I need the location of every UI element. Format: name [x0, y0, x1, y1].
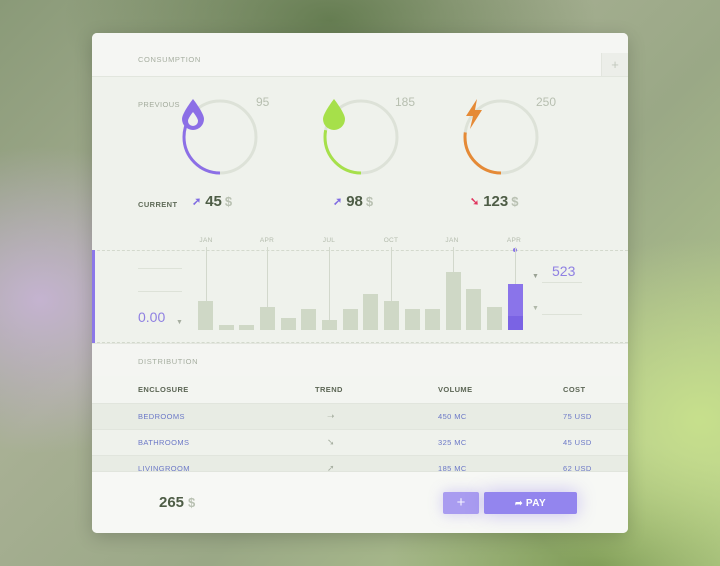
- chart-bar[interactable]: [466, 288, 482, 330]
- volume-cell: 450 MC: [438, 403, 563, 430]
- enclosure-cell: BEDROOMS: [92, 403, 269, 430]
- month-gridline: [205, 247, 207, 302]
- gas-trend-up-icon: ➚: [333, 196, 343, 208]
- water-drop-icon: [182, 99, 204, 130]
- total-unit: $: [188, 495, 196, 510]
- column-header-enclosure[interactable]: ENCLOSURE: [92, 376, 269, 404]
- month-gridline: [515, 247, 517, 284]
- column-header-cost[interactable]: COST: [563, 376, 628, 404]
- table-row[interactable]: BEDROOMS ➝ 450 MC 75 USD: [92, 403, 628, 430]
- distribution-title: DISTRIBUTION: [138, 357, 199, 366]
- lightning-bolt-icon: [466, 99, 482, 129]
- previous-label: PREVIOUS: [138, 100, 180, 109]
- electricity-previous-value: 250: [536, 95, 557, 109]
- month-label: JUL: [322, 237, 336, 244]
- water-previous-value: 95: [256, 95, 270, 109]
- month-label: JAN: [445, 237, 459, 244]
- column-header-volume[interactable]: VOLUME: [438, 376, 563, 404]
- month-gridline: [453, 247, 455, 273]
- left-guide-line: [138, 291, 182, 292]
- chart-selection-accent: [92, 250, 95, 343]
- gas-current-unit: $: [365, 194, 374, 209]
- trend-flat-icon: ➝: [269, 403, 438, 430]
- left-guide-line: [138, 268, 182, 269]
- month-gridline: [329, 247, 331, 320]
- add-button[interactable]: +: [443, 492, 479, 514]
- water-trend-up-icon: ➚: [192, 196, 202, 208]
- gas-previous-value: 185: [395, 95, 416, 109]
- card-header: CONSUMPTION +: [92, 33, 628, 77]
- chart-bar[interactable]: [239, 324, 255, 330]
- right-guide-line: [542, 314, 582, 315]
- gas-gauge: 185: [321, 95, 421, 197]
- gas-current: ➚ 98 $: [333, 193, 373, 210]
- right-value-dropdown-icon[interactable]: ▼: [532, 273, 539, 280]
- chart-bar[interactable]: [259, 307, 275, 330]
- electricity-current-unit: $: [511, 194, 519, 209]
- month-gridline: [267, 247, 269, 308]
- right-range-handle-icon[interactable]: ▼: [532, 305, 539, 312]
- electricity-current-value: 123: [483, 193, 509, 210]
- right-guide-line: [542, 282, 582, 283]
- column-header-trend[interactable]: TREND: [269, 376, 438, 404]
- chart-bar[interactable]: [198, 301, 213, 330]
- month-gridline: [391, 247, 393, 302]
- pay-button-label: PAY: [525, 498, 547, 509]
- electricity-gauge: 250: [461, 95, 561, 197]
- green-drop-icon: [323, 99, 345, 130]
- chart-bar[interactable]: [383, 301, 399, 330]
- electricity-current: ➘ 123 $: [470, 193, 518, 210]
- distribution-section-header: DISTRIBUTION: [92, 343, 628, 378]
- trend-down-icon: ➘: [269, 429, 438, 456]
- chart-bar-selected-base: [507, 315, 523, 330]
- cost-cell: 45 USD: [563, 429, 628, 456]
- month-label: JAN: [199, 237, 213, 244]
- water-gauge: 95: [180, 95, 280, 197]
- chart-right-value[interactable]: 523: [552, 263, 575, 279]
- chart-bar[interactable]: [445, 272, 461, 330]
- total-value: 265: [159, 494, 185, 511]
- card-footer: 265 $ + ➦ PAY: [92, 471, 628, 533]
- month-label: APR: [259, 237, 275, 244]
- chart-bar[interactable]: [342, 309, 358, 330]
- pay-arrow-icon: ➦: [514, 498, 523, 508]
- distribution-table: ENCLOSURE TREND VOLUME COST BEDROOMS ➝ 4…: [92, 376, 628, 481]
- table-row[interactable]: BATHROOMS ➘ 325 MC 45 USD: [92, 429, 628, 456]
- chart-bar[interactable]: [280, 317, 296, 330]
- chart-top-divider: [92, 250, 628, 251]
- chart-left-value[interactable]: 0.00: [138, 309, 165, 325]
- current-label: CURRENT: [138, 200, 178, 209]
- gas-current-value: 98: [346, 193, 363, 210]
- chart-bar[interactable]: [487, 307, 503, 330]
- consumption-card: CONSUMPTION + PREVIOUS CURRENT 95 ➚ 45 $ 1…: [92, 33, 628, 533]
- month-label: APR: [506, 237, 522, 244]
- water-current-unit: $: [224, 194, 233, 209]
- left-value-dropdown-icon[interactable]: ▼: [176, 319, 183, 326]
- chart-bar[interactable]: [425, 309, 441, 330]
- header-add-button[interactable]: +: [601, 53, 628, 76]
- volume-cell: 325 MC: [438, 429, 563, 456]
- enclosure-cell: BATHROOMS: [92, 429, 269, 456]
- water-current-value: 45: [205, 193, 222, 210]
- chart-bar[interactable]: [404, 309, 420, 330]
- electricity-trend-down-icon: ➘: [470, 196, 480, 208]
- table-header-row: ENCLOSURE TREND VOLUME COST: [92, 376, 628, 404]
- month-label: OCT: [383, 237, 399, 244]
- chart-bar-selected[interactable]: [507, 283, 523, 330]
- header-title: CONSUMPTION: [138, 55, 201, 64]
- cost-cell: 75 USD: [563, 403, 628, 430]
- chart-bar[interactable]: [321, 319, 337, 330]
- total-amount: 265 $: [159, 494, 195, 511]
- pay-button[interactable]: ➦ PAY: [484, 492, 577, 514]
- chart-bar[interactable]: [301, 309, 317, 330]
- water-current: ➚ 45 $: [192, 193, 232, 210]
- chart-bar[interactable]: [218, 324, 234, 330]
- chart-bar[interactable]: [363, 294, 379, 330]
